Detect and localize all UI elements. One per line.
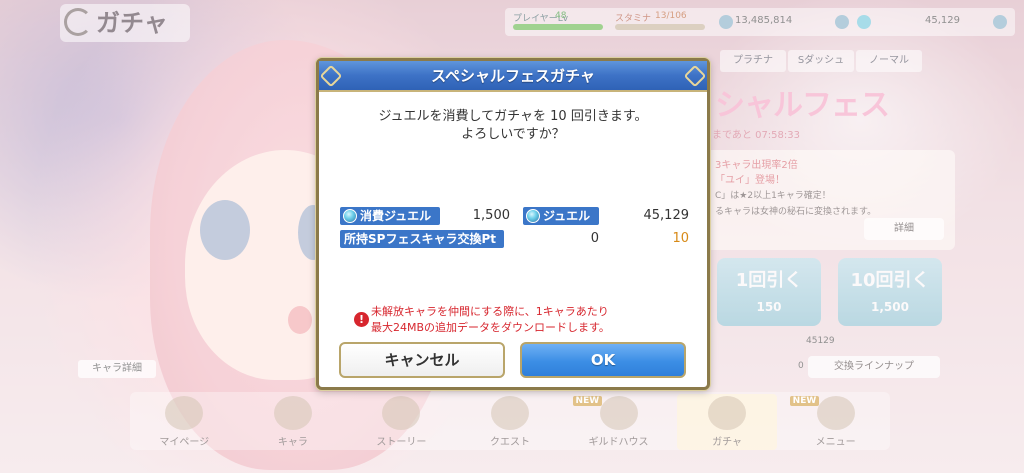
jewel-label: ジュエル bbox=[523, 207, 599, 225]
gacha-confirm-dialog: スペシャルフェスガチャ ジュエルを消費してガチャを 10 回引きます。 よろしい… bbox=[316, 58, 710, 390]
dialog-title: スペシャルフェスガチャ bbox=[431, 67, 595, 85]
ok-button[interactable]: OK bbox=[520, 342, 686, 378]
sp-pt-current: 0 bbox=[590, 231, 599, 246]
warning-line-2: 最大24MBの追加データをダウンロードします。 bbox=[371, 321, 610, 334]
consume-jewel-value: 1,500 bbox=[472, 208, 510, 223]
warning-line-1: 未解放キャラを仲間にする際に、1キャラあたり bbox=[371, 305, 609, 318]
ornament-icon bbox=[683, 64, 707, 88]
consume-jewel-label: 消費ジュエル bbox=[340, 207, 440, 225]
ornament-icon bbox=[319, 64, 343, 88]
cancel-button[interactable]: キャンセル bbox=[339, 342, 505, 378]
sp-pt-after: 10 bbox=[672, 231, 689, 246]
warning-icon: ! bbox=[354, 312, 369, 327]
sp-exchange-pt-label: 所持SPフェスキャラ交換Pt bbox=[340, 230, 504, 248]
jewel-icon bbox=[526, 209, 540, 223]
dialog-message-2: よろしいですか？ bbox=[461, 127, 565, 142]
dialog-header: スペシャルフェスガチャ bbox=[319, 61, 707, 92]
jewel-text: ジュエル bbox=[543, 209, 591, 223]
dialog-message-1: ジュエルを消費してガチャを 10 回引きます。 bbox=[378, 109, 648, 124]
consume-jewel-text: 消費ジュエル bbox=[360, 209, 432, 223]
jewel-value: 45,129 bbox=[643, 208, 690, 223]
jewel-icon bbox=[343, 209, 357, 223]
